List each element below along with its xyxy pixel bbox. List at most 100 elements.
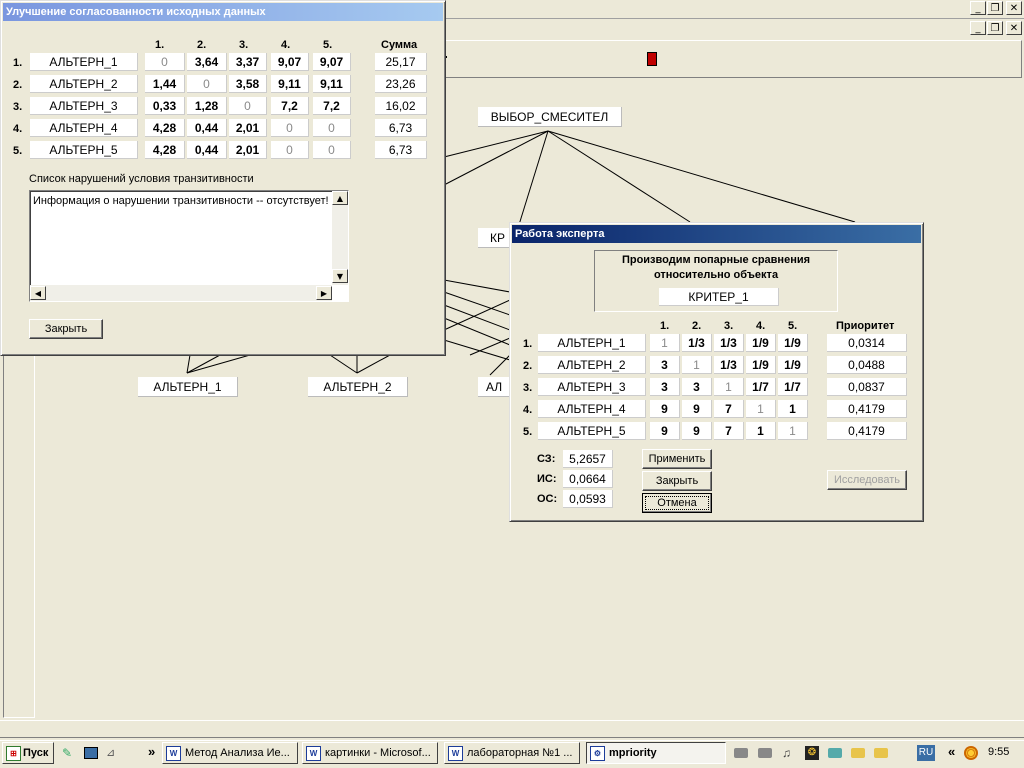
stat-label: СЗ: [537, 453, 556, 465]
word-icon: W [306, 746, 321, 761]
comparison-cell[interactable]: 1 [746, 422, 776, 440]
matrix-cell[interactable]: 7,2 [313, 97, 351, 115]
tray-folder-icon[interactable] [851, 748, 865, 758]
matrix-cell[interactable]: 9,07 [313, 53, 351, 71]
matrix-cell[interactable]: 1,44 [145, 75, 185, 93]
matrix-cell[interactable]: 7,2 [271, 97, 309, 115]
matrix-cell[interactable]: 3,64 [187, 53, 227, 71]
matrix-cell[interactable]: 0 [187, 75, 227, 93]
comparison-cell[interactable]: 1/9 [778, 356, 808, 374]
alternative-node-2[interactable]: АЛЬТЕРН_2 [308, 377, 408, 397]
start-button[interactable]: ⊞ Пуск [2, 742, 54, 764]
matrix-cell[interactable]: 9,11 [313, 75, 351, 93]
windows-logo-icon: ⊞ [6, 746, 21, 761]
matrix-cell[interactable]: 1,28 [187, 97, 227, 115]
matrix-cell[interactable]: 0 [145, 53, 185, 71]
col-header: 1. [155, 39, 165, 51]
matrix-cell[interactable]: 0 [313, 119, 351, 137]
matrix-cell[interactable]: 0,33 [145, 97, 185, 115]
tray-device-icon[interactable] [758, 748, 772, 758]
col-header: 4. [281, 39, 291, 51]
comparison-cell[interactable]: 3 [650, 378, 680, 396]
matrix-cell[interactable]: 3,58 [229, 75, 267, 93]
matrix-cell[interactable]: 0,44 [187, 141, 227, 159]
comparison-cell[interactable]: 1/7 [746, 378, 776, 396]
comparison-cell[interactable]: 3 [682, 378, 712, 396]
main-node[interactable]: ВЫБОР_СМЕСИТЕЛ [478, 107, 622, 127]
scroll-up-icon[interactable]: ▲ [332, 191, 348, 205]
consistency-close-button[interactable]: Закрыть [29, 319, 103, 339]
sum-cell: 16,02 [375, 97, 427, 115]
matrix-cell[interactable]: 0 [229, 97, 267, 115]
priority-cell: 0,4179 [827, 422, 907, 440]
col-header: 4. [756, 320, 766, 332]
stat-label: ОС: [537, 493, 558, 505]
priority-header: Приоритет [836, 320, 895, 332]
matrix-cell[interactable]: 4,28 [145, 119, 185, 137]
comparison-cell[interactable]: 7 [714, 422, 744, 440]
scroll-right-icon[interactable]: ▶ [316, 286, 332, 300]
violations-textarea[interactable]: Информация о нарушении транзитивности --… [29, 190, 349, 302]
tray-folder-icon[interactable] [874, 748, 888, 758]
quicklaunch-pen-icon[interactable]: ✎ [62, 746, 76, 760]
apply-button[interactable]: Применить [642, 449, 712, 469]
word-icon: W [448, 746, 463, 761]
taskbar-task[interactable]: W Метод Анализа Ие... [162, 742, 298, 764]
comparison-cell[interactable]: 1/9 [746, 334, 776, 352]
comparison-cell[interactable]: 9 [682, 422, 712, 440]
matrix-cell[interactable]: 0 [313, 141, 351, 159]
tray-chevron[interactable]: « [948, 744, 955, 759]
comparison-cell[interactable]: 9 [682, 400, 712, 418]
taskbar-task[interactable]: ⚙ mpriority [586, 742, 726, 764]
matrix-cell[interactable]: 9,11 [271, 75, 309, 93]
comparison-cell: 1 [650, 334, 680, 352]
quicklaunch-desktop-icon[interactable] [84, 747, 98, 759]
matrix-cell[interactable]: 0 [271, 119, 309, 137]
tray-sound-icon[interactable]: ♫ [782, 746, 796, 760]
matrix-cell[interactable]: 0 [271, 141, 309, 159]
alternative-node-partial[interactable]: АЛ [478, 377, 510, 397]
comparison-cell[interactable]: 1/3 [714, 356, 744, 374]
row-number: 5. [523, 426, 533, 438]
col-header: 3. [724, 320, 734, 332]
matrix-cell[interactable]: 0,44 [187, 119, 227, 137]
cancel-button[interactable]: Отмена [642, 493, 712, 513]
comparison-cell[interactable]: 9 [650, 400, 680, 418]
taskbar-task[interactable]: Wлабораторная №1 ... [444, 742, 580, 764]
expert-close-button[interactable]: Закрыть [642, 471, 712, 491]
tray-app-icon[interactable]: ❂ [805, 746, 819, 760]
comparison-cell[interactable]: 1 [778, 400, 808, 418]
comparison-group: Производим попарные сравнения относитель… [594, 250, 838, 312]
language-indicator[interactable]: RU [917, 745, 935, 761]
matrix-cell[interactable]: 4,28 [145, 141, 185, 159]
comparison-cell[interactable]: 9 [650, 422, 680, 440]
comparison-cell[interactable]: 1/7 [778, 378, 808, 396]
tray-folder-icon[interactable] [828, 748, 842, 758]
comparison-cell[interactable]: 1/9 [778, 334, 808, 352]
alternative-node-1[interactable]: АЛЬТЕРН_1 [138, 377, 238, 397]
matrix-cell[interactable]: 3,37 [229, 53, 267, 71]
comparison-cell[interactable]: 7 [714, 400, 744, 418]
scroll-left-icon[interactable]: ◀ [30, 286, 46, 300]
vertical-scrollbar[interactable]: ▲ ▼ [332, 191, 348, 285]
scroll-down-icon[interactable]: ▼ [332, 269, 348, 283]
col-header: 2. [692, 320, 702, 332]
quicklaunch-chart-icon[interactable]: ⊿ [106, 746, 120, 760]
comparison-cell[interactable]: 3 [650, 356, 680, 374]
matrix-cell[interactable]: 2,01 [229, 141, 267, 159]
taskbar-task[interactable]: Wкартинки - Microsof... [302, 742, 438, 764]
priority-cell: 0,0488 [827, 356, 907, 374]
col-header: 2. [197, 39, 207, 51]
comparison-cell[interactable]: 1/3 [682, 334, 712, 352]
tray-printer-icon[interactable] [734, 748, 748, 758]
matrix-cell[interactable]: 2,01 [229, 119, 267, 137]
row-number: 2. [523, 360, 533, 372]
group-label-line2: относительно объекта [653, 269, 779, 281]
horizontal-scrollbar[interactable]: ◀ ▶ [30, 285, 332, 301]
comparison-cell[interactable]: 1/9 [746, 356, 776, 374]
matrix-cell[interactable]: 9,07 [271, 53, 309, 71]
criterion-node-partial[interactable]: КР [478, 228, 510, 248]
comparison-cell[interactable]: 1/3 [714, 334, 744, 352]
taskbar-chevron[interactable]: » [148, 744, 155, 759]
tray-network-icon[interactable] [964, 746, 978, 760]
